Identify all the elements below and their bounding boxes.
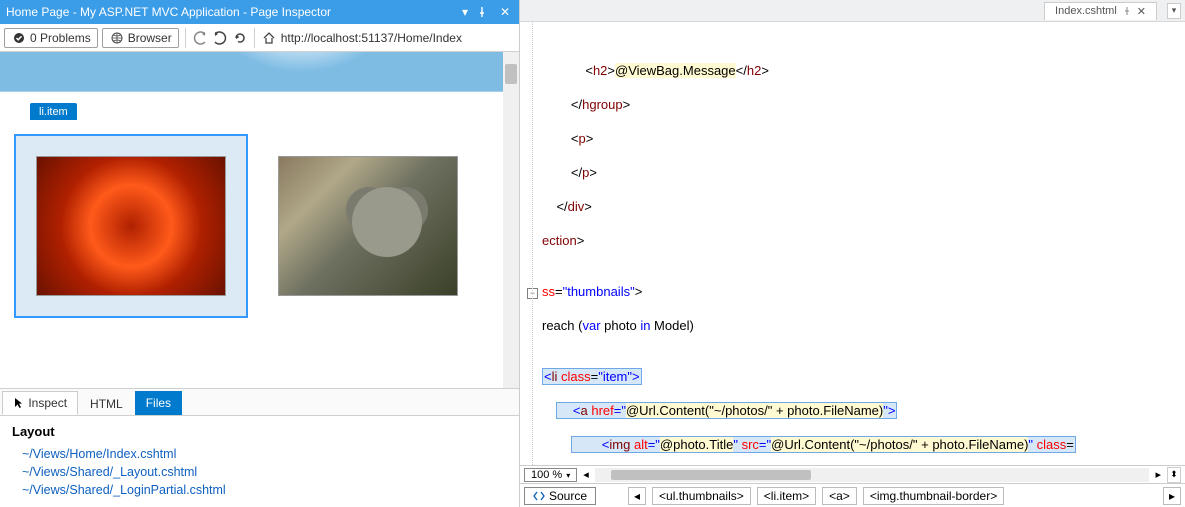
problems-indicator[interactable]: 0 Problems [4,28,98,48]
editor-tab-strip: Index.cshtml ✕ ▾ [520,0,1185,22]
refresh-icon[interactable] [232,30,248,46]
pin-small-icon[interactable] [1123,7,1131,15]
scroll-right-icon[interactable]: ▸ [1155,468,1161,481]
page-header-band [0,52,503,92]
breadcrumb-item[interactable]: <li.item> [757,487,816,505]
breadcrumb-prev-icon[interactable]: ◂ [628,487,646,505]
editor-status-bar: 100 %▾ ◂ ▸ ⬍ [520,465,1185,483]
pin-icon[interactable] [477,7,493,17]
problems-count: 0 Problems [30,31,91,45]
cursor-icon [13,397,25,409]
breadcrumb-item[interactable]: <img.thumbnail-border> [863,487,1004,505]
tab-inspect[interactable]: Inspect [2,391,78,415]
page-preview: li.item [0,52,519,388]
inspected-element-tag[interactable]: li.item [30,103,77,120]
layout-heading: Layout [12,424,507,439]
home-icon[interactable] [261,30,277,46]
close-icon[interactable]: ✕ [497,5,513,19]
page-inspector-pane: Home Page - My ASP.NET MVC Application -… [0,0,520,507]
breadcrumb-item[interactable]: <ul.thumbnails> [652,487,751,505]
dropdown-icon[interactable]: ▾ [457,5,473,19]
tab-overflow-icon[interactable]: ▾ [1167,3,1181,19]
breadcrumb-item[interactable]: <a> [822,487,857,505]
inspector-tabs: Inspect HTML Files [0,388,519,416]
html-breadcrumb-bar: Source ◂ <ul.thumbnails> <li.item> <a> <… [520,483,1185,507]
scroll-left-icon[interactable]: ◂ [583,468,589,481]
zoom-level[interactable]: 100 %▾ [524,468,577,482]
layout-file-link[interactable]: ~/Views/Shared/_LoginPartial.cshtml [12,481,507,499]
arrows-icon [533,490,545,502]
photo-flower [36,156,226,296]
layout-file-link[interactable]: ~/Views/Shared/_Layout.cshtml [12,463,507,481]
layout-panel: Layout ~/Views/Home/Index.cshtml ~/Views… [0,416,519,507]
titlebar: Home Page - My ASP.NET MVC Application -… [0,0,519,24]
tab-files[interactable]: Files [135,391,182,415]
globe-icon [109,30,125,46]
code-editor-pane: Index.cshtml ✕ ▾ <h2>@ViewBag.Message</h… [520,0,1185,507]
window-title: Home Page - My ASP.NET MVC Application -… [6,5,453,19]
status-ok-icon [11,30,27,46]
thumbnail-item[interactable] [278,134,458,318]
browser-selector[interactable]: Browser [102,28,179,48]
back-icon[interactable] [192,30,208,46]
split-icon[interactable]: ⬍ [1167,467,1181,483]
tab-html[interactable]: HTML [80,393,133,415]
preview-scrollbar[interactable] [503,52,519,388]
layout-file-link[interactable]: ~/Views/Home/Index.cshtml [12,445,507,463]
horizontal-scrollbar[interactable] [595,468,1150,482]
code-editor[interactable]: <h2>@ViewBag.Message</h2> </hgroup> <p> … [520,22,1185,465]
browser-toolbar: 0 Problems Browser http://localhost:5113… [0,24,519,52]
source-button[interactable]: Source [524,487,596,505]
forward-icon[interactable] [212,30,228,46]
close-tab-icon[interactable]: ✕ [1137,5,1146,18]
inspected-tag-strip: li.item [0,92,503,120]
photo-koala [278,156,458,296]
address-bar[interactable]: http://localhost:51137/Home/Index [281,31,515,45]
editor-tab[interactable]: Index.cshtml ✕ [1044,2,1157,20]
breadcrumb-next-icon[interactable]: ▸ [1163,487,1181,505]
thumbnail-item-selected[interactable] [14,134,248,318]
